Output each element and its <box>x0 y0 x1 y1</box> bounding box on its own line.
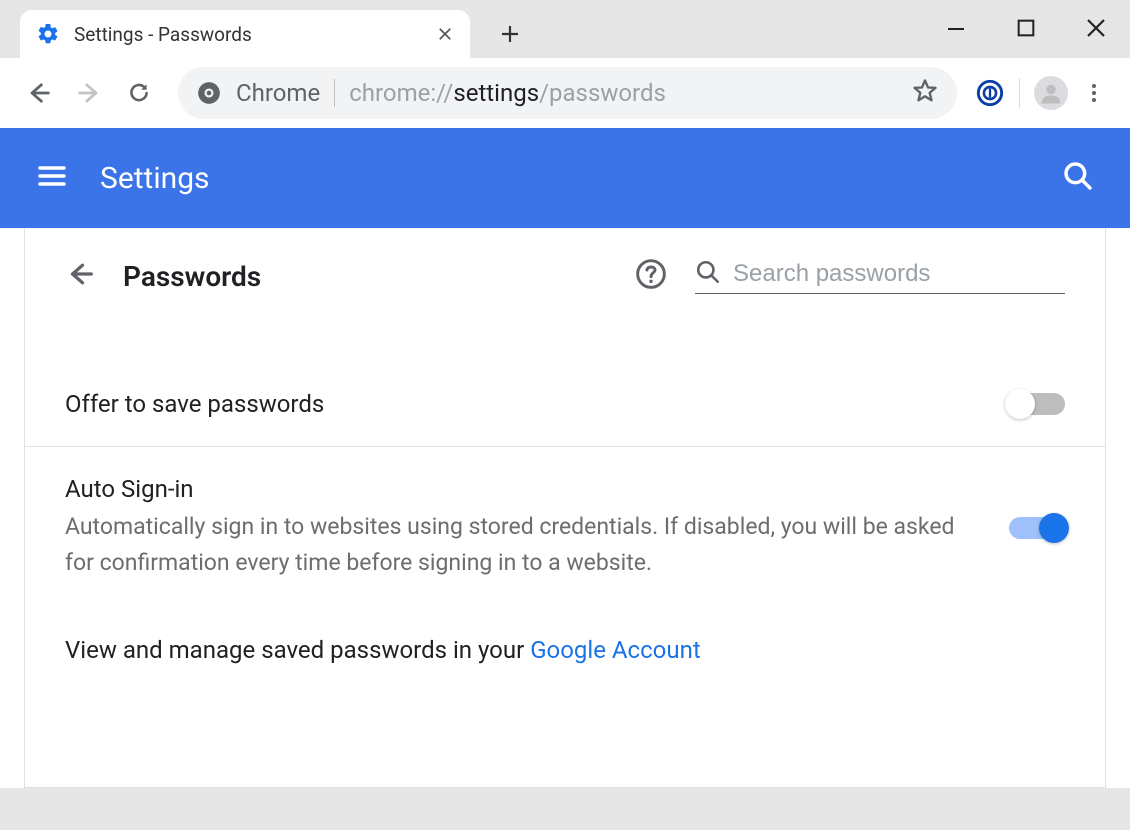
bookmark-star-icon[interactable] <box>911 77 939 109</box>
passwords-card: Passwords Offer to save passwords <box>24 228 1106 788</box>
browser-titlebar: Settings - Passwords <box>0 0 1130 58</box>
auto-signin-description: Automatically sign in to websites using … <box>65 509 985 580</box>
offer-save-toggle[interactable] <box>1009 393 1065 415</box>
divider <box>334 79 335 107</box>
gear-icon <box>36 22 60 46</box>
close-icon[interactable] <box>434 23 456 45</box>
divider <box>1019 78 1020 108</box>
profile-avatar[interactable] <box>1034 76 1068 110</box>
manage-passwords-text: View and manage saved passwords in your <box>65 636 530 664</box>
search-icon[interactable] <box>1062 160 1094 196</box>
search-input[interactable] <box>733 260 1065 288</box>
help-icon[interactable] <box>635 258 667 294</box>
offer-save-label: Offer to save passwords <box>65 390 985 418</box>
auto-signin-label: Auto Sign-in <box>65 475 985 503</box>
address-path: chrome://settings/passwords <box>349 79 666 107</box>
maximize-button[interactable] <box>1012 14 1040 42</box>
page-title: Passwords <box>123 260 261 293</box>
new-tab-button[interactable] <box>488 12 532 56</box>
settings-header: Settings <box>0 128 1130 228</box>
extension-1password-icon[interactable] <box>975 78 1005 108</box>
reload-button[interactable] <box>118 72 160 114</box>
chrome-icon <box>196 80 222 106</box>
back-button[interactable] <box>18 72 60 114</box>
browser-toolbar: Chrome chrome://settings/passwords <box>0 58 1130 128</box>
offer-save-row: Offer to save passwords <box>25 362 1105 446</box>
toggle-knob <box>1039 513 1069 543</box>
back-arrow-icon[interactable] <box>65 259 95 293</box>
search-icon <box>695 259 721 289</box>
browser-tab[interactable]: Settings - Passwords <box>20 10 470 58</box>
google-account-link[interactable]: Google Account <box>530 636 701 664</box>
forward-button[interactable] <box>68 72 110 114</box>
minimize-button[interactable] <box>942 14 970 42</box>
address-scheme: Chrome <box>236 79 320 107</box>
kebab-menu-icon[interactable] <box>1076 75 1112 111</box>
hamburger-menu-icon[interactable] <box>36 160 68 196</box>
settings-header-title: Settings <box>100 161 210 196</box>
address-bar[interactable]: Chrome chrome://settings/passwords <box>178 67 957 119</box>
auto-signin-row: Auto Sign-in Automatically sign in to we… <box>25 447 1105 608</box>
settings-content: Passwords Offer to save passwords <box>0 228 1130 788</box>
window-controls <box>942 14 1110 42</box>
toggle-knob <box>1005 389 1035 419</box>
auto-signin-toggle[interactable] <box>1009 517 1065 539</box>
close-window-button[interactable] <box>1082 14 1110 42</box>
tab-title: Settings - Passwords <box>74 23 434 46</box>
card-header: Passwords <box>25 228 1105 322</box>
search-passwords-field[interactable] <box>695 259 1065 294</box>
manage-passwords-row: View and manage saved passwords in your … <box>25 608 1105 692</box>
